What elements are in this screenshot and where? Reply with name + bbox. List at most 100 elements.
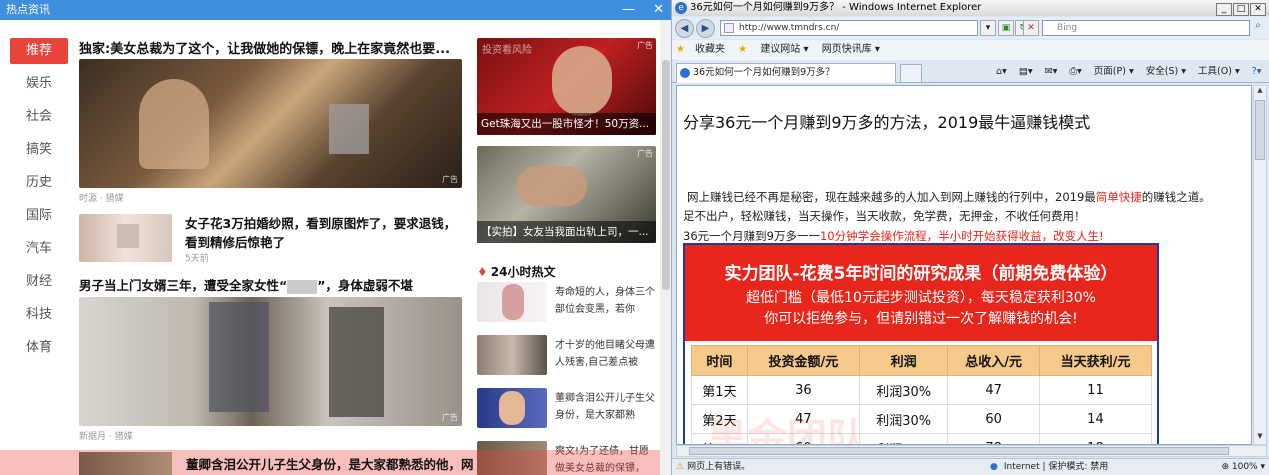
home-icon[interactable]: ⌂▾ [996, 66, 1007, 77]
category-funny[interactable]: 搞笑 [10, 137, 68, 170]
category-history[interactable]: 历史 [10, 170, 68, 203]
hot-item[interactable]: 董卿含泪公开儿子生父身份，是大家都熟 [477, 388, 657, 434]
table-cell: 利润30% [858, 375, 949, 405]
hot-item-text: 寿命短的人，身体三个部位会变黑，若你 [555, 287, 655, 315]
story3-title-end: ”，身体虚弱不堪 [317, 278, 413, 293]
warning-icon[interactable]: ⚠ [676, 462, 684, 472]
print-icon[interactable]: ⎙▾ [1069, 66, 1081, 77]
zoom-icon[interactable]: ⊕ [1221, 462, 1229, 472]
story2-time: 5天前 [185, 254, 209, 264]
category-auto[interactable]: 汽车 [10, 236, 68, 269]
story3-title-start: 男子当上门女婿三年，遭受全家女性“ [79, 278, 288, 293]
favorites-button[interactable]: 收藏夹 [695, 44, 725, 55]
category-recommend[interactable]: 推荐 [10, 38, 68, 64]
minimize-button[interactable]: — [622, 2, 635, 17]
page-menu[interactable]: 页面(P) ▾ [1094, 66, 1134, 77]
forward-button[interactable]: ▶ [696, 19, 715, 38]
tab-bar: 36元如何一个月如何赚到9万多？ ⌂▾ ▤▾ ✉▾ ⎙▾ 页面(P) ▾ 安全(… [672, 61, 1269, 83]
watermark-text: 黑金团队 [707, 416, 867, 445]
category-entertainment[interactable]: 娱乐 [10, 71, 68, 104]
promo-line-2: 你可以拒绝参与，但请别错过一次了解赚钱的机会! [764, 311, 1078, 327]
category-society[interactable]: 社会 [10, 104, 68, 137]
status-text[interactable]: 网页上有错误。 [687, 462, 750, 472]
table-header: 投资金额/元 [746, 345, 860, 376]
promo-title: 实力团队-花费5年时间的研究成果（前期免费体验） [724, 264, 1118, 284]
table-cell: 47 [947, 375, 1040, 405]
tools-menu[interactable]: 工具(O) ▾ [1198, 66, 1240, 77]
compat-view-icon[interactable]: ▣ [998, 20, 1014, 36]
close-button[interactable]: ✕ [653, 2, 664, 17]
ie-maximize-button[interactable]: □ [1233, 3, 1249, 16]
category-finance[interactable]: 财经 [10, 269, 68, 302]
address-dropdown-button[interactable]: ▾ [980, 20, 996, 36]
table-header: 时间 [691, 345, 748, 376]
add-favorite-icon[interactable]: ★ [738, 44, 747, 55]
ie-window: e 36元如何一个月如何赚到9万多？ - Windows Internet Ex… [672, 0, 1269, 475]
ie-minimize-button[interactable]: _ [1216, 3, 1232, 16]
tab-favicon [680, 68, 690, 78]
intro-highlight: 简单快捷 [1095, 190, 1142, 204]
story2-title[interactable]: 女子花3万拍婚纱照，看到原图炸了，要求退钱，看到精修后惊艳了 [185, 214, 460, 252]
table-cell: 第1天 [691, 375, 748, 405]
bottom-story-bar[interactable]: 董卿含泪公开儿子生父身份，是大家都熟悉的他，网 [0, 450, 671, 475]
zoom-level[interactable]: 100% [1232, 462, 1258, 472]
side-ad-2[interactable]: 广告 【实拍】女友当我面出轨上司，一... [477, 146, 656, 243]
table-cell: 78 [947, 433, 1040, 444]
suggested-sites-link[interactable]: 建议网站 ▾ [760, 44, 808, 55]
category-international[interactable]: 国际 [10, 203, 68, 236]
safety-menu[interactable]: 安全(S) ▾ [1146, 66, 1186, 77]
story2-thumbnail[interactable] [79, 214, 172, 262]
headline-link[interactable]: 独家:美女总裁为了这个，让我做她的保镖，晚上在家竟然也要... [79, 38, 450, 57]
feeds-icon[interactable]: ▤▾ [1019, 66, 1033, 77]
favorites-bar: ★ 收藏夹 ★ 建议网站 ▾ 网页快讯库 ▾ [672, 40, 1269, 60]
status-bar: ⚠ 网页上有错误。 ● Internet | 保护模式: 禁用 ⊕ 100% ▾ [672, 458, 1269, 475]
hot-item[interactable]: 寿命短的人，身体三个部位会变黑，若你 [477, 282, 657, 328]
scroll-up-icon[interactable]: ▲ [1255, 86, 1265, 98]
news-window-titlebar: 热点资讯 — ✕ [0, 0, 671, 20]
scroll-down-icon[interactable]: ▼ [1255, 432, 1265, 444]
hot-item[interactable]: 才十岁的他目睹父母遭人残害,自己差点被 [477, 335, 657, 381]
back-button[interactable]: ◀ [675, 19, 694, 38]
ie-titlebar: e 36元如何一个月如何赚到9万多？ - Windows Internet Ex… [672, 0, 1269, 16]
news-scrollbar-thumb[interactable] [662, 60, 670, 290]
intro-paragraph: 网上赚钱已经不再是秘密，现在越来越多的人加入到网上赚钱的行列中，2019最简单快… [687, 189, 1211, 205]
ie-close-button[interactable]: ✕ [1250, 3, 1266, 16]
intro-text-end: 的赚钱之道。 [1141, 190, 1211, 204]
tab-active[interactable]: 36元如何一个月如何赚到9万多？ [676, 63, 896, 83]
main-story-image[interactable]: 广告 [79, 59, 462, 188]
story3-title[interactable]: 男子当上门女婿三年，遭受全家女性“ ”，身体虚弱不堪 [79, 276, 413, 295]
news-scrollbar[interactable] [660, 20, 671, 475]
search-icon[interactable]: ⌕ [1250, 20, 1266, 36]
bottom-story-title: 董卿含泪公开儿子生父身份，是大家都熟悉的他，网 [186, 457, 474, 472]
ie-title: 36元如何一个月如何赚到9万多？ - Windows Internet Expl… [690, 2, 982, 13]
mail-icon[interactable]: ✉▾ [1045, 66, 1058, 77]
table-cell: 60 [947, 404, 1040, 434]
story3-meta: 新据月 · 猎媒 [79, 432, 133, 442]
pitch-text: 36元一个月赚到9万多一一 [683, 229, 820, 243]
ie-hscroll-thumb[interactable] [689, 447, 1229, 455]
command-bar: ⌂▾ ▤▾ ✉▾ ⎙▾ 页面(P) ▾ 安全(S) ▾ 工具(O) ▾ ?▾ [996, 63, 1269, 81]
pitch-paragraph: 36元一个月赚到9万多一一10分钟学会操作流程，半小时开始获得收益，改变人生! [683, 228, 1104, 244]
table-header: 总收入/元 [947, 345, 1040, 376]
news-window-title: 热点资讯 [6, 3, 50, 16]
url-input[interactable]: http://www.tmndrs.cn/ [720, 20, 978, 36]
category-tech[interactable]: 科技 [10, 302, 68, 335]
table-row: 第1天 36 利润30% 47 11 [691, 375, 1153, 405]
page-title: 分享36元一个月赚到9万多的方法，2019最牛逼赚钱模式 [683, 113, 1091, 132]
favorites-star-icon[interactable]: ★ [676, 44, 685, 55]
story3-image[interactable]: 广告 [79, 297, 462, 426]
ie-vertical-scrollbar[interactable]: ▲ ▼ [1253, 85, 1267, 445]
table-cell: 14 [1038, 404, 1153, 434]
search-input[interactable]: Bing [1042, 20, 1250, 36]
web-slice-gallery-link[interactable]: 网页快讯库 ▾ [822, 44, 880, 55]
ie-horizontal-scrollbar[interactable] [676, 445, 1267, 457]
category-sports[interactable]: 体育 [10, 335, 68, 368]
side-ad-1[interactable]: 投资看风险 广告 Get珠海又出一股市怪才！50万资... [477, 38, 656, 135]
ad-tag: 广告 [442, 413, 458, 422]
help-icon[interactable]: ?▾ [1252, 66, 1262, 77]
ie-vscroll-thumb[interactable] [1255, 100, 1265, 160]
new-tab-button[interactable] [900, 64, 922, 83]
table-cell: 利润30% [858, 404, 949, 434]
promo-line-1: 超低门槛（最低10元起步测试投资），每天稳定获利30% [746, 290, 1096, 306]
stop-icon[interactable]: ✕ [1023, 20, 1039, 36]
